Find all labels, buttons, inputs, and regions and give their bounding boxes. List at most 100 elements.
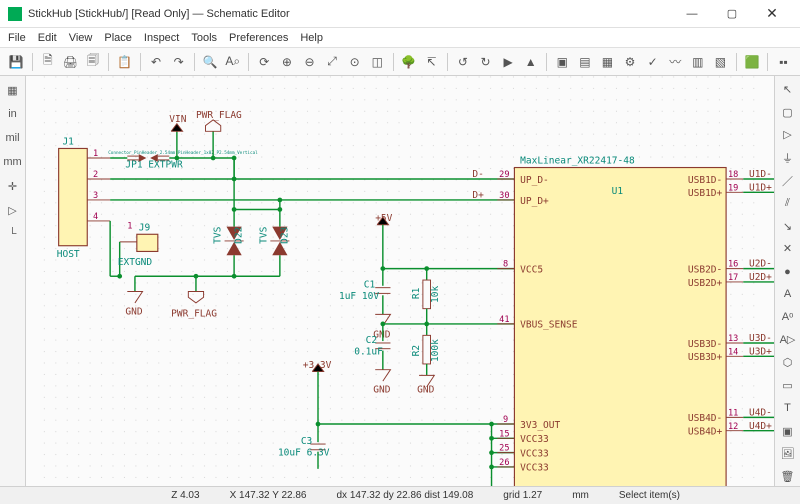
- show-lines-icon[interactable]: └: [3, 224, 23, 244]
- svg-text:USB3D-: USB3D-: [688, 339, 722, 350]
- find-icon[interactable]: 🔍: [200, 51, 221, 73]
- bulk-edit-icon[interactable]: ▪▪: [773, 51, 794, 73]
- menu-place[interactable]: Place: [104, 32, 132, 44]
- svg-text:USB1D+: USB1D+: [688, 188, 723, 199]
- svg-text:15: 15: [499, 429, 509, 439]
- add-bus-icon[interactable]: ⫽: [778, 194, 798, 213]
- rotate-cw-icon[interactable]: ↻: [475, 51, 496, 73]
- add-image-icon[interactable]: 🖼: [778, 445, 798, 464]
- menu-edit[interactable]: Edit: [38, 32, 57, 44]
- page-settings-icon[interactable]: 🗎: [38, 51, 59, 73]
- hierarchy-icon[interactable]: 🌳: [399, 51, 420, 73]
- add-junction-icon[interactable]: ●: [778, 262, 798, 281]
- menu-file[interactable]: File: [8, 32, 26, 44]
- footprint-assign-icon[interactable]: ▦: [597, 51, 618, 73]
- svg-text:U2D-: U2D-: [749, 259, 772, 270]
- u1-title: MaxLinear_XR22417-48: [520, 156, 635, 167]
- svg-text:UP_D+: UP_D+: [520, 196, 549, 207]
- svg-text:30: 30: [499, 191, 509, 201]
- j1-pin1: 1: [93, 149, 98, 159]
- close-button[interactable]: ✕: [752, 0, 792, 27]
- menu-help[interactable]: Help: [300, 32, 323, 44]
- svg-text:41: 41: [499, 315, 509, 325]
- min-button[interactable]: —: [672, 0, 712, 27]
- mirror-v-icon[interactable]: ▲: [520, 51, 541, 73]
- paste-icon[interactable]: 📋: [114, 51, 135, 73]
- select-icon[interactable]: ↖: [778, 80, 798, 99]
- annotate-icon[interactable]: ⚙: [620, 51, 641, 73]
- bom-icon[interactable]: ▧: [710, 51, 731, 73]
- main-area: ▦ in mil mm ✛ ▷ └ J1 1 2 3 4 HOST JP1 EX…: [0, 76, 800, 486]
- add-global-label-icon[interactable]: A▷: [778, 331, 798, 350]
- d22-name: TVS: [213, 226, 224, 243]
- menu-tools[interactable]: Tools: [191, 32, 217, 44]
- browse-symbols-icon[interactable]: ▤: [575, 51, 596, 73]
- add-sheet-icon[interactable]: ▭: [778, 376, 798, 395]
- svg-text:12: 12: [728, 422, 738, 432]
- print-icon[interactable]: 🖨: [60, 51, 81, 73]
- sim-icon[interactable]: 〰: [665, 51, 686, 73]
- zoom-in-icon[interactable]: ⊕: [277, 51, 298, 73]
- add-textbox-icon[interactable]: ▣: [778, 422, 798, 441]
- r1-ref: R1: [411, 287, 422, 299]
- schematic-canvas[interactable]: J1 1 2 3 4 HOST JP1 EXTPWR Connector_Pin…: [26, 76, 774, 486]
- open-pcb-icon[interactable]: 🟩: [742, 51, 763, 73]
- rotate-ccw-icon[interactable]: ↺: [453, 51, 474, 73]
- j9-name: EXTGND: [118, 257, 153, 268]
- units-in-icon[interactable]: in: [3, 104, 23, 124]
- svg-text:U1D-: U1D-: [749, 169, 772, 180]
- add-noconnect-icon[interactable]: ✕: [778, 239, 798, 258]
- r2-ref: R2: [411, 345, 422, 356]
- assign-fp-icon[interactable]: ▥: [688, 51, 709, 73]
- delete-icon[interactable]: 🗑: [778, 467, 798, 486]
- add-hierlabel-icon[interactable]: ⬡: [778, 353, 798, 372]
- leave-sheet-icon[interactable]: ↸: [421, 51, 442, 73]
- zoom-objects-icon[interactable]: ⊙: [344, 51, 365, 73]
- max-button[interactable]: ▢: [712, 0, 752, 27]
- menu-preferences[interactable]: Preferences: [229, 32, 288, 44]
- zoom-out-icon[interactable]: ⊖: [299, 51, 320, 73]
- pwrflag2-label: PWR_FLAG: [171, 308, 217, 319]
- svg-text:26: 26: [499, 458, 509, 468]
- add-wire-entry-icon[interactable]: ↘: [778, 217, 798, 236]
- symbol-editor-icon[interactable]: ▣: [552, 51, 573, 73]
- units-mm-icon[interactable]: mm: [3, 152, 23, 172]
- zoom-selection-icon[interactable]: ◫: [367, 51, 388, 73]
- add-power-icon[interactable]: ⏚: [778, 148, 798, 167]
- svg-text:19: 19: [728, 183, 738, 193]
- svg-text:U3D-: U3D-: [749, 333, 772, 344]
- svg-text:17: 17: [728, 273, 738, 283]
- units-mil-icon[interactable]: mil: [3, 128, 23, 148]
- svg-text:U1D+: U1D+: [749, 182, 772, 193]
- add-netclass-icon[interactable]: Aᵒ: [778, 308, 798, 327]
- add-text-icon[interactable]: T: [778, 399, 798, 418]
- zoom-fit-icon[interactable]: ⤢: [322, 51, 343, 73]
- menu-inspect[interactable]: Inspect: [144, 32, 179, 44]
- vin-label: VIN: [169, 114, 186, 125]
- svg-text:VCC33: VCC33: [520, 434, 549, 445]
- add-symbol-icon[interactable]: ▷: [778, 126, 798, 145]
- highlight-net-icon[interactable]: ▢: [778, 103, 798, 122]
- d23-ref: D23: [279, 226, 290, 243]
- add-label-icon[interactable]: A: [778, 285, 798, 304]
- mirror-h-icon[interactable]: ▶: [498, 51, 519, 73]
- save-icon[interactable]: 💾: [6, 51, 27, 73]
- svg-text:VCC5: VCC5: [520, 264, 543, 275]
- undo-icon[interactable]: ↶: [146, 51, 167, 73]
- c2-ref: C2: [366, 335, 377, 346]
- menu-view[interactable]: View: [69, 32, 93, 44]
- d22-ref: D22: [234, 227, 245, 244]
- redo-icon[interactable]: ↷: [168, 51, 189, 73]
- svg-text:USB2D-: USB2D-: [688, 264, 722, 275]
- cursor-shape-icon[interactable]: ✛: [3, 176, 23, 196]
- j9-ref: J9: [139, 222, 151, 233]
- j1-pin2: 2: [93, 170, 98, 180]
- grid-icon[interactable]: ▦: [3, 80, 23, 100]
- hidden-pins-icon[interactable]: ▷: [3, 200, 23, 220]
- refresh-icon[interactable]: ⟳: [254, 51, 275, 73]
- svg-text:USB1D-: USB1D-: [688, 175, 722, 186]
- plot-icon[interactable]: 🗐: [83, 51, 104, 73]
- erc-icon[interactable]: ✓: [642, 51, 663, 73]
- find-replace-icon[interactable]: A⌕: [223, 51, 244, 73]
- add-wire-icon[interactable]: ／: [778, 171, 798, 190]
